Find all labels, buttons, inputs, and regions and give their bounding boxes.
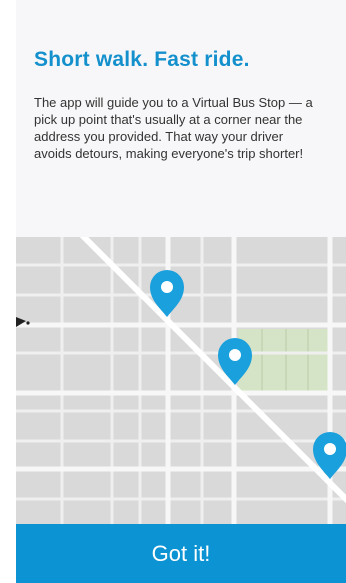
got-it-button[interactable]: Got it! [16, 524, 346, 583]
illustration-map [16, 237, 346, 524]
onboarding-description: The app will guide you to a Virtual Bus … [34, 95, 313, 161]
onboarding-title: Short walk. Fast ride. [34, 48, 250, 71]
park-area [238, 329, 330, 393]
